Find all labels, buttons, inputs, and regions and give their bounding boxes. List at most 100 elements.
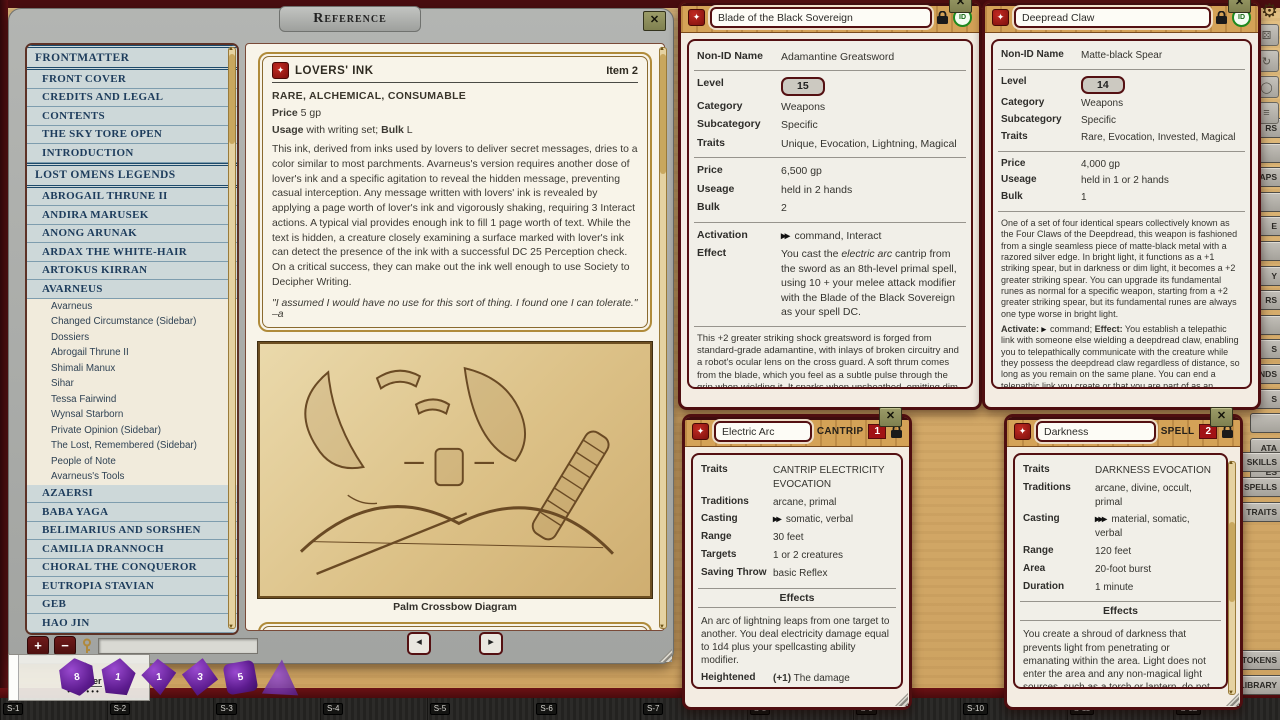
prev-page-button[interactable]: ◂ bbox=[407, 632, 431, 655]
sidebar-item[interactable]: The Lost, Remembered (Sidebar) bbox=[27, 438, 237, 454]
area-value[interactable]: 20-foot burst bbox=[1095, 563, 1218, 577]
sidebar-item[interactable]: ARTOKUS KIRRAN bbox=[27, 262, 237, 281]
category-value[interactable]: Weapons bbox=[781, 100, 963, 114]
die[interactable]: 3 bbox=[179, 656, 222, 699]
page-scrollbar[interactable]: ▲ ▼ bbox=[659, 47, 667, 629]
close-icon[interactable]: ✕ bbox=[879, 407, 902, 427]
add-button[interactable]: + bbox=[27, 636, 49, 656]
die[interactable]: 5 bbox=[223, 659, 259, 695]
sidebar-item[interactable]: Dossiers bbox=[27, 330, 237, 346]
sidebar-item[interactable]: ABROGAIL THRUNE II bbox=[27, 188, 237, 207]
traits-value[interactable]: Rare, Evocation, Invested, Magical bbox=[1081, 131, 1242, 145]
range-value[interactable]: 30 feet bbox=[773, 531, 893, 545]
resize-grip[interactable] bbox=[659, 649, 672, 662]
item-name-input[interactable] bbox=[710, 7, 932, 28]
sidebar-item[interactable]: Tessa Fairwind bbox=[27, 392, 237, 408]
item-icon[interactable]: ✦ bbox=[992, 9, 1009, 26]
sidebar-item[interactable]: THE SKY TORE OPEN bbox=[27, 126, 237, 145]
spell-name-input[interactable] bbox=[1036, 421, 1156, 442]
sidebar-item[interactable]: People of Note bbox=[27, 454, 237, 470]
die[interactable]: 1 bbox=[139, 657, 180, 698]
sidebar-item[interactable]: Shimali Manux bbox=[27, 361, 237, 377]
close-icon[interactable]: ✕ bbox=[949, 0, 972, 13]
traditions-value[interactable]: arcane, primal bbox=[773, 496, 893, 510]
bulk-value[interactable]: 2 bbox=[781, 201, 963, 215]
lock-icon[interactable] bbox=[1216, 11, 1227, 24]
sidebar-item[interactable]: ANONG ARUNAK bbox=[27, 225, 237, 244]
bulk-value[interactable]: 1 bbox=[1081, 191, 1242, 205]
nonid-name-value[interactable]: Matte-black Spear bbox=[1081, 49, 1242, 63]
subcategory-value[interactable]: Specific bbox=[1081, 114, 1242, 128]
remove-button[interactable]: − bbox=[54, 636, 76, 656]
sidebar-item[interactable]: ANDIRA MARUSEK bbox=[27, 206, 237, 225]
scrollbar-thumb[interactable] bbox=[229, 54, 235, 144]
price-value[interactable]: 4,000 gp bbox=[1081, 158, 1242, 172]
sidebar-item[interactable]: EUTROPIA STAVIAN bbox=[27, 577, 237, 596]
sidebar-item[interactable]: Private Opinion (Sidebar) bbox=[27, 423, 237, 439]
sidebar-item[interactable]: CREDITS AND LEGAL bbox=[27, 89, 237, 108]
sidebar-item[interactable]: FRONT COVER bbox=[27, 70, 237, 89]
gear-icon[interactable]: ⚙ bbox=[1261, 0, 1278, 23]
sidebar-item[interactable]: AZAERSI bbox=[27, 485, 237, 504]
reference-title-tab[interactable]: Reference bbox=[279, 6, 421, 32]
traits-value[interactable]: DARKNESS EVOCATION bbox=[1095, 464, 1218, 478]
item-name-input[interactable] bbox=[1014, 7, 1211, 28]
sidebar-item[interactable]: Avarneus's Tools bbox=[27, 469, 237, 485]
hotkey-slot[interactable]: S-3 bbox=[213, 698, 320, 720]
hotkey-slot[interactable]: S-2 bbox=[107, 698, 214, 720]
sidebar-item[interactable]: BABA YAGA bbox=[27, 503, 237, 522]
spell-icon[interactable]: ✦ bbox=[692, 423, 709, 440]
usage-value[interactable]: held in 2 hands bbox=[781, 183, 963, 197]
spell-icon[interactable]: ✦ bbox=[1014, 423, 1031, 440]
level-field[interactable]: 14 bbox=[1081, 76, 1125, 94]
sidebar-item[interactable]: CHORAL THE CONQUEROR bbox=[27, 559, 237, 578]
sidebar-scrollbar[interactable]: ▲ ▼ bbox=[228, 47, 236, 629]
sidebar-item[interactable]: Wynsal Starborn bbox=[27, 407, 237, 423]
search-input[interactable] bbox=[98, 638, 258, 654]
close-icon[interactable]: ✕ bbox=[1228, 0, 1251, 13]
sidebar-item[interactable]: BELIMARIUS AND SORSHEN bbox=[27, 522, 237, 541]
hotkey-slot[interactable]: S-1 bbox=[0, 698, 107, 720]
sidebar-item[interactable]: Sihar bbox=[27, 376, 237, 392]
resize-grip[interactable] bbox=[895, 693, 908, 706]
sidebar-item[interactable]: GEB bbox=[27, 596, 237, 615]
targets-value[interactable]: 1 or 2 creatures bbox=[773, 549, 893, 563]
close-icon[interactable]: ✕ bbox=[643, 11, 666, 31]
sidebar-item[interactable]: AVARNEUS bbox=[27, 280, 237, 299]
sidebar-item[interactable]: INTRODUCTION bbox=[27, 144, 237, 163]
lock-icon[interactable] bbox=[937, 11, 948, 24]
sidebar-item[interactable]: HAO JIN bbox=[27, 614, 237, 633]
sidebar-item[interactable]: Avarneus bbox=[27, 299, 237, 315]
hotkey-slot[interactable]: S-6 bbox=[533, 698, 640, 720]
sidebar-item[interactable]: CONTENTS bbox=[27, 107, 237, 126]
scrollbar-thumb[interactable] bbox=[1229, 522, 1235, 602]
price-value[interactable]: 6,500 gp bbox=[781, 164, 963, 178]
sidebar-item[interactable]: Abrogail Thrune II bbox=[27, 345, 237, 361]
traits-value[interactable]: Unique, Evocation, Lightning, Magical bbox=[781, 137, 963, 151]
hotkey-slot[interactable]: S-5 bbox=[427, 698, 534, 720]
usage-value[interactable]: held in 1 or 2 hands bbox=[1081, 174, 1242, 188]
item-link-icon[interactable]: ✦ bbox=[272, 62, 289, 79]
sidebar-item[interactable]: CAMILIA DRANNOCH bbox=[27, 540, 237, 559]
spell-name-input[interactable] bbox=[714, 421, 812, 442]
hotkey-slot[interactable]: S-4 bbox=[320, 698, 427, 720]
next-page-button[interactable]: ▸ bbox=[479, 632, 503, 655]
level-field[interactable]: 15 bbox=[781, 77, 825, 95]
range-value[interactable]: 120 feet bbox=[1095, 545, 1218, 559]
subcategory-value[interactable]: Specific bbox=[781, 118, 963, 132]
sidebar-item[interactable] bbox=[27, 633, 237, 636]
duration-value[interactable]: 1 minute bbox=[1095, 581, 1218, 595]
traditions-value[interactable]: arcane, divine, occult, primal bbox=[1095, 482, 1218, 510]
nonid-name-value[interactable]: Adamantine Greatsword bbox=[781, 50, 963, 64]
sidebar-item[interactable]: LOST OMENS LEGENDS bbox=[27, 163, 237, 188]
close-icon[interactable]: ✕ bbox=[1210, 407, 1233, 427]
die[interactable]: 1 bbox=[97, 656, 139, 698]
spell-scrollbar[interactable]: ▲ ▼ bbox=[1228, 461, 1236, 695]
sidebar-item[interactable]: Changed Circumstance (Sidebar) bbox=[27, 314, 237, 330]
scrollbar-thumb[interactable] bbox=[660, 54, 666, 174]
sidebar-stub-tab[interactable] bbox=[1250, 413, 1280, 433]
saving-throw-value[interactable]: basic Reflex bbox=[773, 567, 893, 581]
traits-value[interactable]: CANTRIP ELECTRICITY EVOCATION bbox=[773, 464, 893, 492]
die[interactable]: 8 bbox=[56, 656, 99, 699]
category-value[interactable]: Weapons bbox=[1081, 97, 1242, 111]
